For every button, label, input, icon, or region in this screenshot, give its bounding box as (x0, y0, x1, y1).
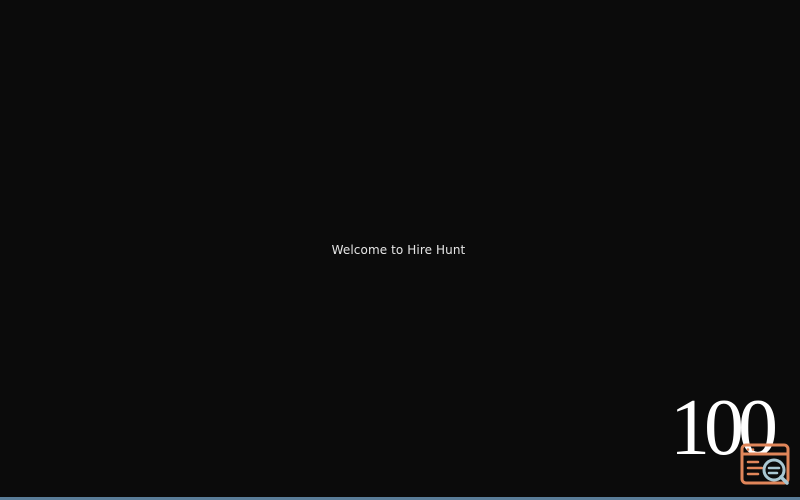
browser-search-icon (740, 443, 790, 485)
app-screen: Welcome to Hire Hunt 100 (0, 0, 800, 500)
launcher-button[interactable] (738, 442, 792, 488)
welcome-message: Welcome to Hire Hunt (331, 243, 466, 257)
